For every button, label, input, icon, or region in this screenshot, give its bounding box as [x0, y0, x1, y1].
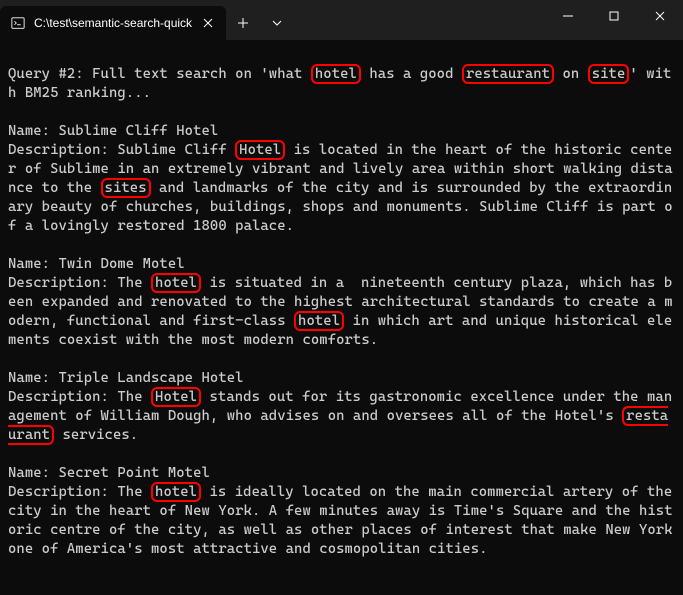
result-name: Name: Twin Dome Motel: [8, 256, 185, 272]
highlight-hotel: hotel: [311, 64, 361, 84]
result-name: Name: Secret Point Motel: [8, 465, 210, 481]
result-description: Description: Sublime Cliff Hotel is loca…: [8, 140, 673, 234]
result-name: Name: Triple Landscape Hotel: [8, 370, 244, 386]
new-tab-button[interactable]: [226, 6, 260, 40]
result-description: Description: The hotel is situated in a …: [8, 273, 673, 348]
tab-title: C:\test\semantic-search-quick: [34, 16, 192, 30]
result-description: Description: The hotel is ideally locate…: [8, 482, 681, 557]
minimize-button[interactable]: [545, 0, 591, 32]
highlight-hotel: Hotel: [151, 387, 201, 407]
maximize-button[interactable]: [591, 0, 637, 32]
highlight-sites: sites: [101, 178, 151, 198]
highlight-restaurant: restaurant: [462, 64, 554, 84]
titlebar: C:\test\semantic-search-quick: [0, 0, 683, 40]
close-window-button[interactable]: [637, 0, 683, 32]
window-controls: [545, 0, 683, 32]
terminal-icon: [10, 15, 26, 31]
query-line: Query #2: Full text search on 'what hote…: [8, 64, 671, 101]
result-description: Description: The Hotel stands out for it…: [8, 387, 672, 445]
tab-dropdown-button[interactable]: [260, 6, 294, 40]
active-tab[interactable]: C:\test\semantic-search-quick: [0, 6, 226, 40]
highlight-hotel: hotel: [151, 273, 201, 293]
terminal-output[interactable]: Query #2: Full text search on 'what hote…: [0, 40, 683, 565]
highlight-site: site: [588, 64, 630, 84]
result-name: Name: Sublime Cliff Hotel: [8, 123, 218, 139]
highlight-hotel: hotel: [294, 311, 344, 331]
highlight-hotel: Hotel: [235, 140, 285, 160]
close-tab-button[interactable]: [200, 15, 216, 31]
highlight-hotel: hotel: [151, 482, 201, 502]
